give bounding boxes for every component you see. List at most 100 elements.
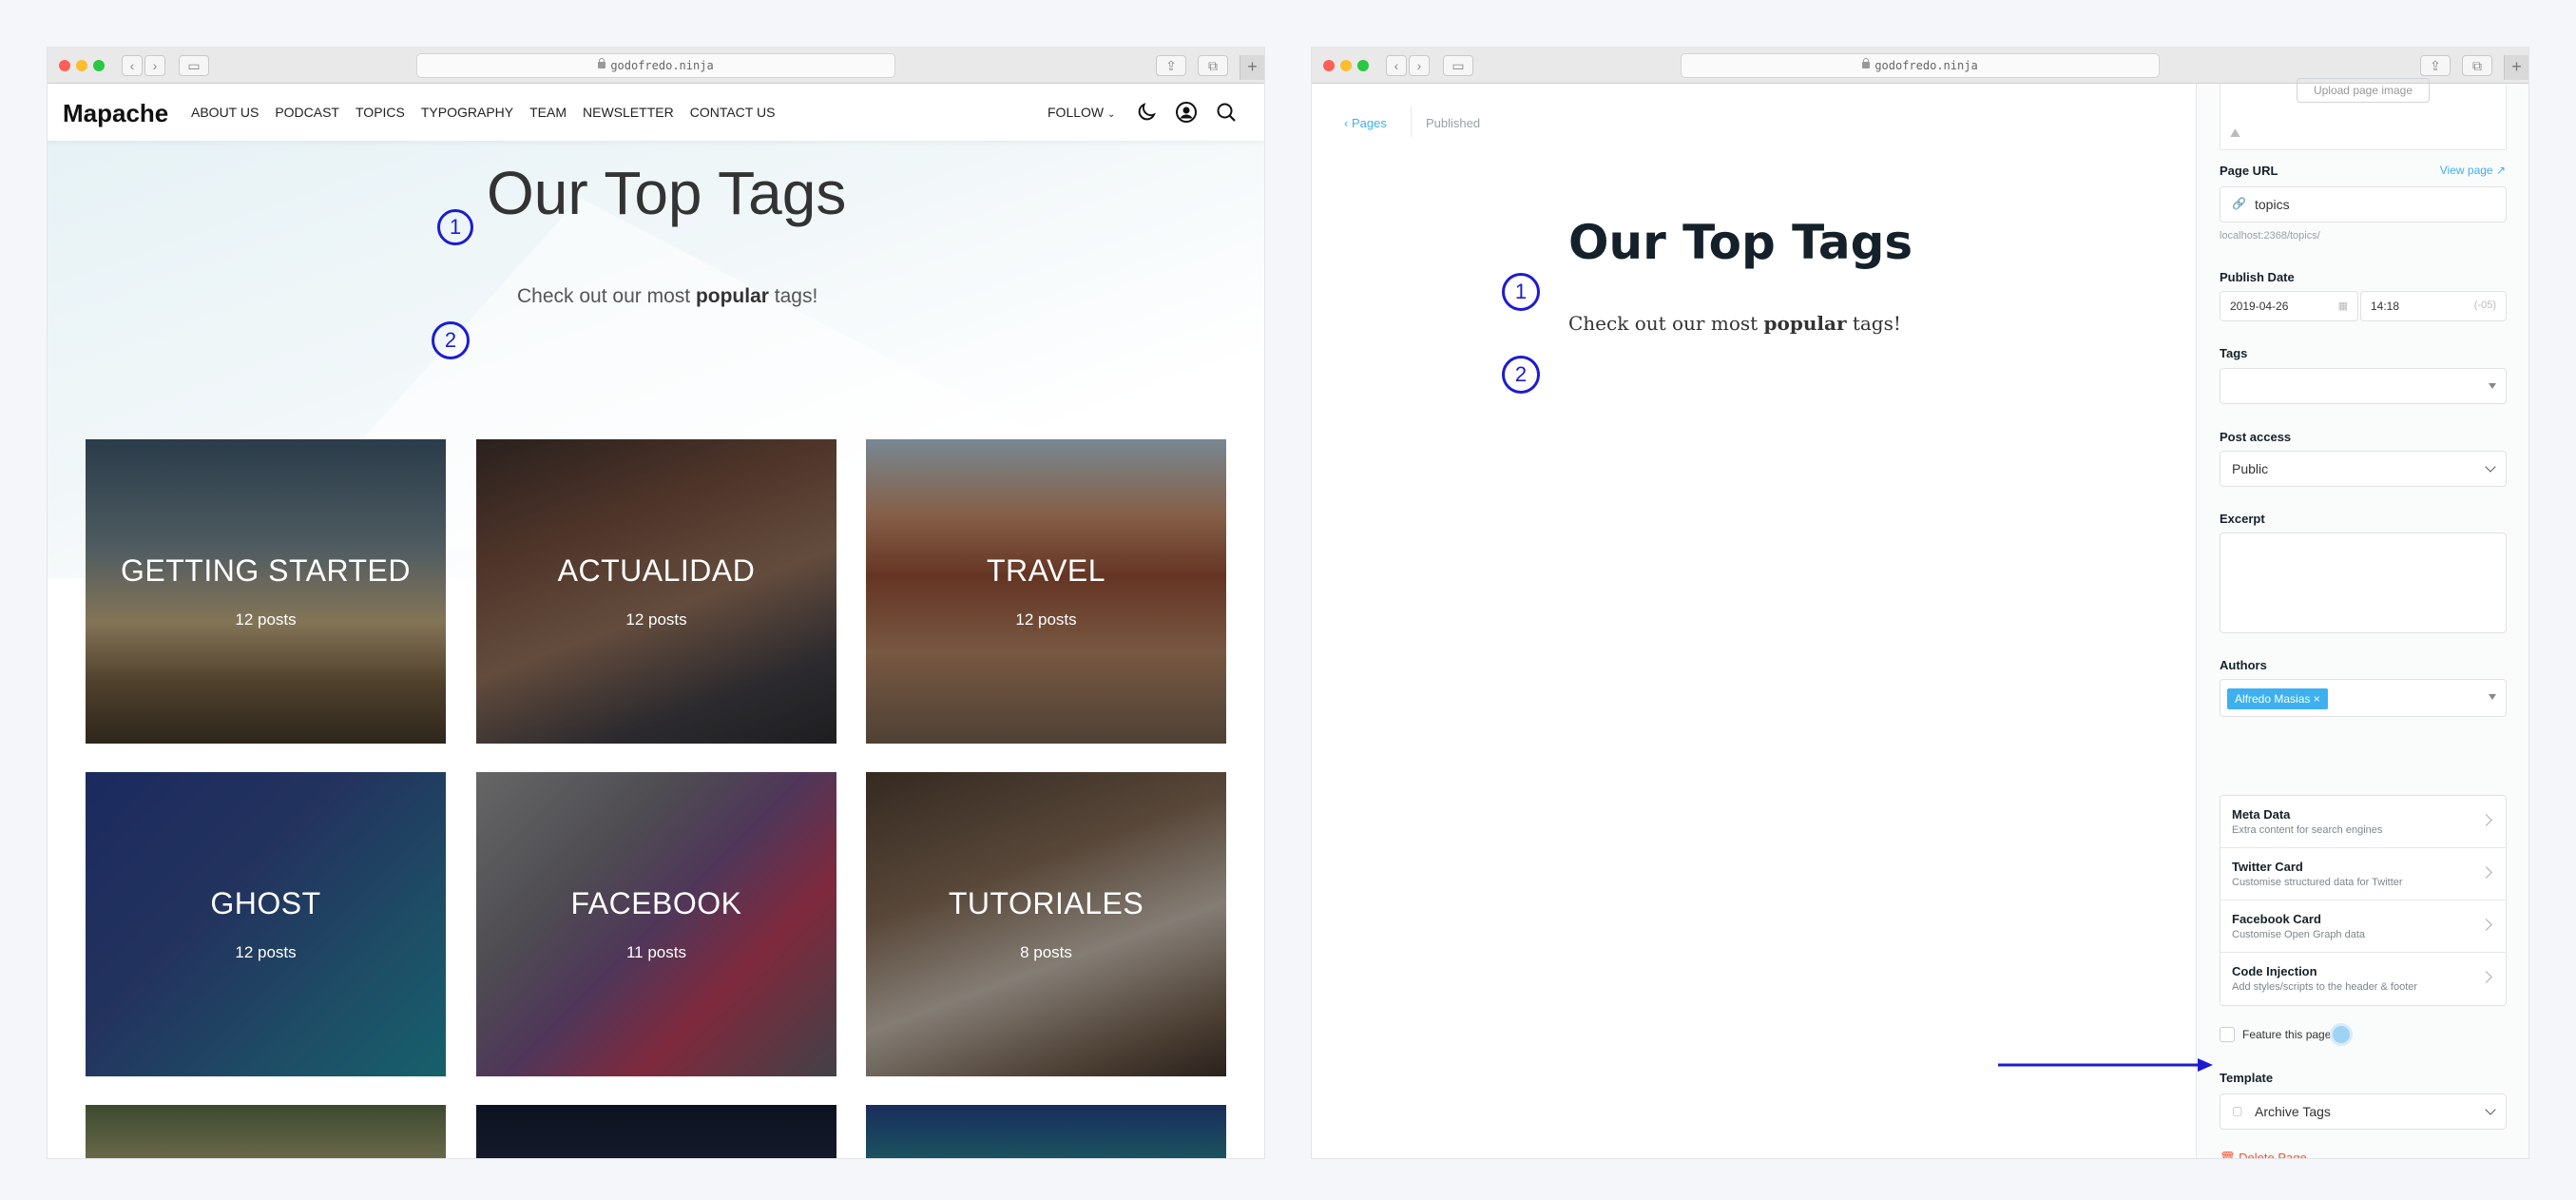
- page-url-label: Page URL: [2220, 164, 2278, 178]
- link-icon: 🔗: [2232, 197, 2246, 210]
- tag-card-count: 11 posts: [625, 943, 686, 961]
- browser-window-editor: ‹ › ▭ godofredo.ninja ⇪ ⧉ + ‹ Pages Publ…: [1312, 48, 2528, 1158]
- chevron-down-icon: [2485, 1104, 2496, 1115]
- external-link-icon: ↗: [2495, 164, 2506, 177]
- annotation-marker-1: 1: [437, 209, 473, 245]
- site-logo[interactable]: Mapache: [63, 99, 168, 128]
- editor-canvas: ‹ Pages Published 1 Our Top Tags 2 Check…: [1312, 84, 2196, 1158]
- lock-icon: [598, 58, 606, 68]
- template-label: Template: [2220, 1071, 2274, 1085]
- new-tab-icon[interactable]: +: [2504, 55, 2528, 80]
- file-icon: ▢: [2232, 1104, 2243, 1117]
- browser-titlebar: ‹ › ▭ godofredo.ninja ⇪ ⧉ +: [48, 48, 1264, 84]
- sidebar-toggle-icon[interactable]: ▭: [179, 55, 209, 76]
- caret-down-icon: [2489, 694, 2496, 700]
- page-title: Our Top Tags: [487, 159, 847, 227]
- address-bar[interactable]: godofredo.ninja: [416, 53, 895, 78]
- tabs-overview-icon[interactable]: ⧉: [1198, 55, 1228, 76]
- template-select[interactable]: ▢ Archive Tags: [2220, 1094, 2507, 1130]
- back-icon[interactable]: ‹: [1386, 55, 1407, 76]
- tag-card-title: GETTING STARTED: [121, 553, 411, 588]
- breadcrumb-pages-link[interactable]: ‹ Pages: [1344, 116, 1387, 130]
- forward-icon[interactable]: ›: [144, 55, 165, 76]
- page-subtitle: Check out our most popular tags!: [517, 285, 818, 307]
- maximize-window-button[interactable]: [93, 60, 105, 71]
- post-access-select[interactable]: Public: [2220, 451, 2507, 487]
- search-icon[interactable]: [1215, 101, 1238, 124]
- menu-item-about[interactable]: ABOUT US: [191, 105, 259, 120]
- annotation-marker-1: 1: [1502, 273, 1540, 311]
- tag-card-tutoriales[interactable]: TUTORIALES 8 posts: [866, 772, 1226, 1076]
- lock-icon: [1862, 58, 1871, 68]
- remove-author-icon[interactable]: ×: [2314, 692, 2320, 706]
- upload-image-button[interactable]: Upload page image: [2297, 78, 2430, 103]
- follow-dropdown[interactable]: FOLLOW ⌄: [1048, 105, 1115, 120]
- new-tab-icon[interactable]: +: [1240, 55, 1264, 80]
- tabs-overview-icon[interactable]: ⧉: [2462, 55, 2492, 76]
- code-injection-panel-link[interactable]: Code Injection Add styles/scripts to the…: [2220, 953, 2506, 1005]
- share-icon[interactable]: ⇪: [2420, 55, 2451, 76]
- tag-card-getting-started[interactable]: GETTING STARTED 12 posts: [86, 439, 446, 744]
- address-bar[interactable]: godofredo.ninja: [1681, 53, 2160, 78]
- dark-mode-moon-icon[interactable]: [1135, 101, 1158, 124]
- tag-card-partial[interactable]: [86, 1105, 446, 1158]
- close-window-button[interactable]: [1323, 60, 1335, 71]
- view-page-link[interactable]: View page ↗: [2440, 164, 2506, 177]
- tag-card-partial[interactable]: [476, 1105, 836, 1158]
- editor-body-text[interactable]: Check out our most popular tags!: [1568, 312, 1901, 335]
- tag-card-travel[interactable]: TRAVEL 12 posts: [866, 439, 1226, 744]
- maximize-window-button[interactable]: [1357, 60, 1369, 71]
- publish-date-label: Publish Date: [2220, 270, 2295, 284]
- page-url-input[interactable]: 🔗 topics: [2220, 186, 2507, 223]
- full-url-text: localhost:2368/topics/: [2220, 230, 2320, 242]
- tag-card-actualidad[interactable]: ACTUALIDAD 12 posts: [476, 439, 836, 744]
- click-indicator: [2330, 1023, 2353, 1046]
- site-header: Mapache ABOUT US PODCAST TOPICS TYPOGRAP…: [48, 84, 1264, 141]
- authors-label: Authors: [2220, 658, 2267, 672]
- tag-card-title: TRAVEL: [986, 553, 1106, 588]
- tag-card-count: 12 posts: [235, 943, 297, 961]
- menu-item-typography[interactable]: TYPOGRAPHY: [421, 105, 513, 120]
- tag-card-title: ACTUALIDAD: [557, 553, 756, 588]
- tag-card-count: 12 posts: [1015, 610, 1077, 629]
- user-account-icon[interactable]: [1175, 101, 1198, 124]
- share-icon[interactable]: ⇪: [1156, 55, 1186, 76]
- minimize-window-button[interactable]: [1340, 60, 1352, 71]
- forward-icon[interactable]: ›: [1409, 55, 1430, 76]
- facebook-card-panel-link[interactable]: Facebook Card Customise Open Graph data: [2220, 900, 2506, 953]
- menu-item-topics[interactable]: TOPICS: [356, 105, 405, 120]
- trash-icon: 🗑: [2220, 1151, 2236, 1158]
- meta-data-panel-link[interactable]: Meta Data Extra content for search engin…: [2220, 796, 2506, 848]
- tag-card-ghost[interactable]: GHOST 12 posts: [86, 772, 446, 1076]
- author-token[interactable]: Alfredo Masias ×: [2227, 688, 2328, 709]
- twitter-card-panel-link[interactable]: Twitter Card Customise structured data f…: [2220, 848, 2506, 900]
- settings-subpanels: Meta Data Extra content for search engin…: [2220, 795, 2507, 1006]
- tag-card-count: 12 posts: [235, 610, 297, 629]
- minimize-window-button[interactable]: [76, 60, 87, 71]
- chevron-down-icon: ⌄: [1107, 109, 1116, 120]
- tag-card-partial[interactable]: [866, 1105, 1226, 1158]
- excerpt-textarea[interactable]: [2220, 532, 2507, 633]
- browser-window-site: ‹ › ▭ godofredo.ninja ⇪ ⧉ + Mapache ABOU…: [48, 48, 1264, 1158]
- tags-input[interactable]: [2220, 368, 2507, 404]
- menu-item-podcast[interactable]: PODCAST: [275, 105, 339, 120]
- publish-time-input[interactable]: 14:18 (-05): [2360, 291, 2507, 321]
- sidebar-toggle-icon[interactable]: ▭: [1443, 55, 1473, 76]
- chevron-down-icon: [2485, 461, 2496, 473]
- site-menu: ABOUT US PODCAST TOPICS TYPOGRAPHY TEAM …: [191, 105, 775, 120]
- annotation-marker-2: 2: [432, 321, 470, 359]
- delete-page-button[interactable]: 🗑 Delete Page: [2220, 1151, 2307, 1158]
- editor-title[interactable]: Our Top Tags: [1568, 215, 1913, 270]
- tags-label: Tags: [2220, 346, 2248, 360]
- tag-card-facebook[interactable]: FACEBOOK 11 posts: [476, 772, 836, 1076]
- menu-item-team[interactable]: TEAM: [529, 105, 567, 120]
- close-window-button[interactable]: [59, 60, 70, 71]
- excerpt-label: Excerpt: [2220, 512, 2265, 526]
- back-icon[interactable]: ‹: [122, 55, 143, 76]
- menu-item-contact[interactable]: CONTACT US: [690, 105, 776, 120]
- publish-date-input[interactable]: 2019-04-26 ▦: [2220, 291, 2358, 321]
- tag-card-title: FACEBOOK: [570, 886, 742, 920]
- menu-item-newsletter[interactable]: NEWSLETTER: [583, 105, 674, 120]
- authors-input[interactable]: Alfredo Masias ×: [2220, 679, 2507, 717]
- feature-page-checkbox[interactable]: [2220, 1027, 2235, 1042]
